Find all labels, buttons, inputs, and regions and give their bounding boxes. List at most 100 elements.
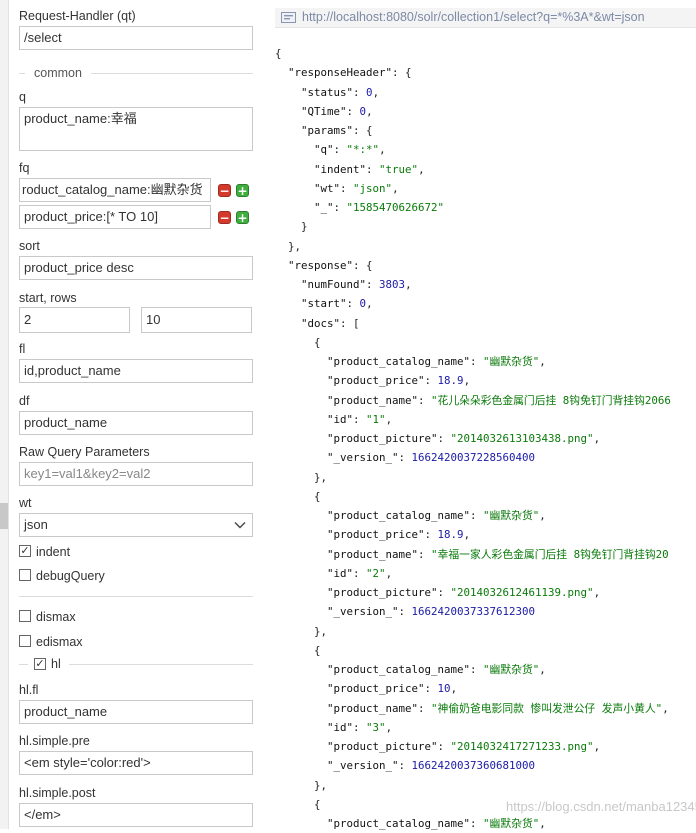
fq-label: fq xyxy=(19,161,30,175)
json-punct xyxy=(275,509,327,522)
request-url-bar[interactable]: http://localhost:8080/solr/collection1/s… xyxy=(275,8,696,28)
json-punct: , xyxy=(539,817,546,830)
json-key: "product_picture" xyxy=(327,740,438,753)
wt-select[interactable]: json xyxy=(19,513,253,537)
json-punct: : xyxy=(366,162,380,176)
json-string: "2014032417271233.png" xyxy=(450,740,594,753)
json-punct: { xyxy=(275,489,321,503)
json-key: "product_price" xyxy=(327,374,425,388)
json-key: "_" xyxy=(314,201,334,214)
json-punct xyxy=(275,163,314,176)
json-punct: : xyxy=(398,605,412,619)
json-punct: : xyxy=(398,451,412,465)
fq-remove-button-1[interactable]: − xyxy=(218,184,231,197)
json-punct: : xyxy=(470,355,484,368)
json-line: "responseHeader": { xyxy=(275,63,671,82)
indent-checkbox[interactable]: ✓ xyxy=(19,545,31,557)
df-label: df xyxy=(19,394,30,408)
json-line: "id": "1", xyxy=(275,410,671,429)
rows-input[interactable]: 10 xyxy=(141,307,252,333)
json-punct xyxy=(275,182,314,195)
json-line: "product_catalog_name": "幽默杂货", xyxy=(275,506,671,525)
fq-add-button-2[interactable]: + xyxy=(236,211,249,224)
json-punct: }, xyxy=(275,624,328,638)
json-string: "神偷奶爸电影同款 惨叫发泄公仔 发声小黄人" xyxy=(431,701,663,715)
json-punct xyxy=(275,278,301,291)
json-line: "product_catalog_name": "幽默杂货", xyxy=(275,814,671,833)
json-key: "product_name" xyxy=(327,701,419,715)
fq-input-1[interactable]: roduct_catalog_name:幽默杂货 xyxy=(19,178,211,202)
json-key: "product_catalog_name" xyxy=(327,509,471,522)
json-punct xyxy=(275,548,327,561)
debugquery-checkbox[interactable] xyxy=(19,569,31,581)
hl-simple-post-input[interactable]: </em> xyxy=(19,803,253,827)
json-line: "_version_": 1662420037360681000 xyxy=(275,756,671,775)
json-punct: , xyxy=(593,586,601,599)
json-punct: : xyxy=(353,85,367,99)
json-key: "start" xyxy=(301,297,347,311)
json-number: 10 xyxy=(437,682,451,696)
json-string: "*:*" xyxy=(346,143,380,157)
q-textarea[interactable]: product_name:幸福 xyxy=(19,107,253,151)
json-punct xyxy=(275,317,301,330)
json-punct xyxy=(275,451,327,464)
json-line: "q": "*:*", xyxy=(275,140,671,159)
request-url-link[interactable]: http://localhost:8080/solr/collection1/s… xyxy=(302,8,645,27)
common-divider-left xyxy=(19,73,25,74)
json-punct xyxy=(275,721,327,734)
json-line: { xyxy=(275,44,671,63)
fq-add-button-1[interactable]: + xyxy=(236,184,249,197)
dismax-checkbox[interactable] xyxy=(19,610,31,622)
json-punct: , xyxy=(385,412,393,426)
wt-selected-value: json xyxy=(24,517,48,532)
raw-query-input[interactable]: key1=val1&key2=val2 xyxy=(19,462,253,486)
json-punct xyxy=(275,740,327,753)
fq-remove-button-2[interactable]: − xyxy=(218,211,231,224)
json-line: "response": { xyxy=(275,256,671,275)
json-punct: : { xyxy=(353,124,373,137)
json-punct: : [ xyxy=(340,316,360,330)
debugquery-label: debugQuery xyxy=(36,569,105,583)
json-line: "product_catalog_name": "幽默杂货", xyxy=(275,352,671,371)
json-punct: : xyxy=(418,701,432,715)
chevron-down-icon xyxy=(234,522,246,529)
json-punct xyxy=(275,586,327,599)
json-number: 18.9 xyxy=(437,528,464,542)
plus-icon: + xyxy=(237,184,248,198)
json-punct: : xyxy=(418,393,432,407)
json-punct: { xyxy=(275,643,321,657)
json-line: "product_name": "神偷奶爸电影同款 惨叫发泄公仔 发声小黄人", xyxy=(275,699,671,718)
json-line: "product_catalog_name": "幽默杂货", xyxy=(275,660,671,679)
json-punct: : xyxy=(424,682,438,696)
json-punct: , xyxy=(450,682,458,696)
json-punct: : { xyxy=(392,66,412,80)
json-line: { xyxy=(275,487,671,506)
json-punct xyxy=(275,124,301,137)
json-number: 1662420037360681000 xyxy=(411,759,536,773)
start-input[interactable]: 2 xyxy=(19,307,130,333)
hl-checkbox[interactable]: ✓ xyxy=(34,658,46,670)
json-line: "indent": "true", xyxy=(275,160,671,179)
json-punct: , xyxy=(372,85,380,99)
fq-input-2[interactable]: product_price:[* TO 10] xyxy=(19,205,211,229)
json-line: "wt": "json", xyxy=(275,179,671,198)
json-key: "product_name" xyxy=(327,393,419,407)
json-line: "product_price": 18.9, xyxy=(275,525,671,544)
json-line: "product_name": "花儿朵朵彩色金属门后挂 8钩免钉门背挂钩206… xyxy=(275,391,671,410)
json-line: }, xyxy=(275,622,671,641)
request-handler-input[interactable]: /select xyxy=(19,26,253,50)
json-punct: , xyxy=(392,181,399,195)
edismax-checkbox[interactable] xyxy=(19,635,31,647)
json-punct: , xyxy=(463,528,471,542)
json-key: "wt" xyxy=(314,181,341,195)
json-number: 1662420037228560400 xyxy=(411,451,536,465)
json-punct xyxy=(275,663,327,676)
sort-input[interactable]: product_price desc xyxy=(19,256,253,280)
df-input[interactable]: product_name xyxy=(19,411,253,435)
hl-simple-pre-input[interactable]: <em style='color:red'> xyxy=(19,751,253,775)
json-key: "id" xyxy=(327,566,354,580)
fl-input[interactable]: id,product_name xyxy=(19,359,253,383)
hl-fl-input[interactable]: product_name xyxy=(19,700,253,724)
json-punct: , xyxy=(593,432,601,445)
json-key: "id" xyxy=(327,720,354,734)
